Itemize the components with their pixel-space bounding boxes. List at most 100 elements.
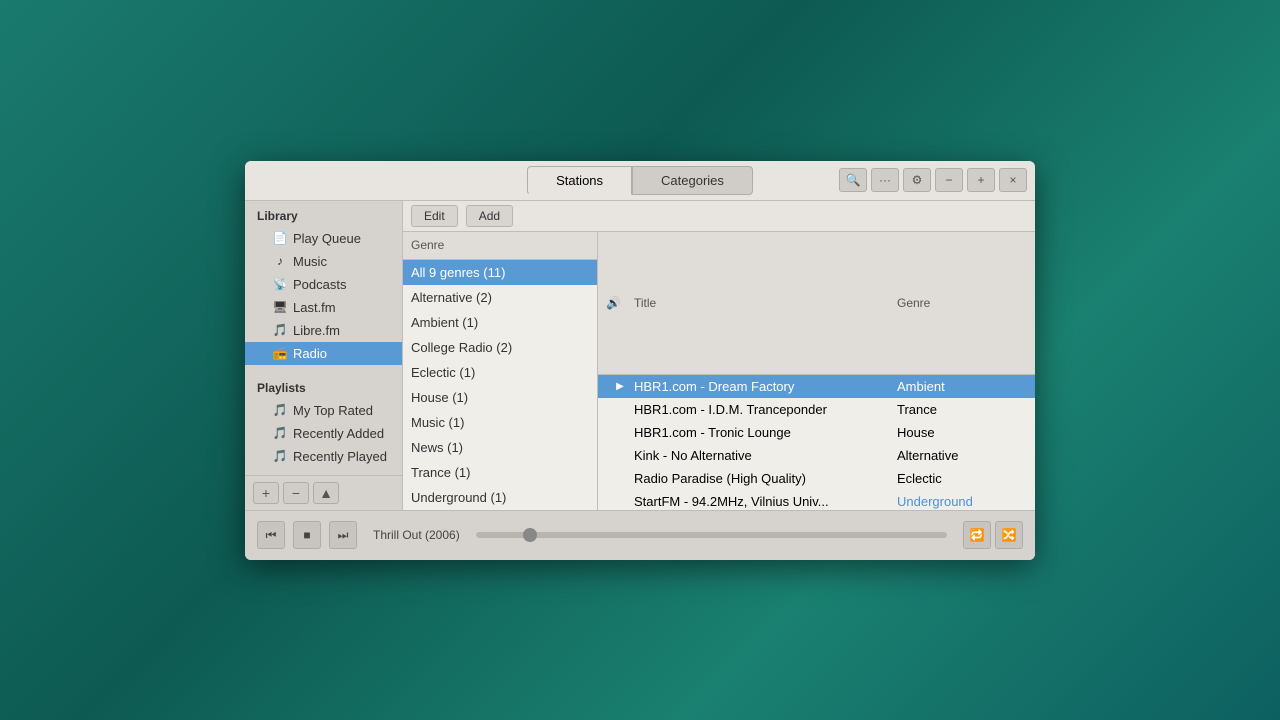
sidebar-item-label: Last.fm xyxy=(293,300,336,315)
playlist-icon: 🎵 xyxy=(273,426,287,440)
stations-pane: 🔊 Title Genre ▶ HBR1.com - Dream Factory… xyxy=(598,232,1035,510)
sidebar-item-label: Play Queue xyxy=(293,231,361,246)
play-col-header: 🔊 xyxy=(606,296,634,310)
rewind-button[interactable]: ⏮ xyxy=(257,521,285,549)
genre-row-news[interactable]: News (1) xyxy=(403,435,597,460)
sidebar-item-label: Music xyxy=(293,254,327,269)
right-panel: Edit Add Genre All 9 genres (11) Alterna… xyxy=(403,201,1035,510)
stop-button[interactable]: ■ xyxy=(293,521,321,549)
title-bar: Stations Categories 🔍 ··· ⚙ − + × xyxy=(245,161,1035,201)
genre-pane: Genre All 9 genres (11) Alternative (2) … xyxy=(403,232,598,510)
sidebar-item-play-queue[interactable]: 📄 Play Queue xyxy=(245,227,402,250)
shuffle-button[interactable]: 🔀 xyxy=(995,521,1023,549)
music-icon: ♪ xyxy=(273,254,287,268)
table-area: Genre All 9 genres (11) Alternative (2) … xyxy=(403,232,1035,510)
genre-row-alternative[interactable]: Alternative (2) xyxy=(403,285,597,310)
station-row[interactable]: StartFM - 94.2MHz, Vilnius Univ... Under… xyxy=(598,490,1035,510)
playlist-icon: 🎵 xyxy=(273,403,287,417)
station-genre: Ambient xyxy=(897,379,1027,394)
playlist-icon: 🎵 xyxy=(273,449,287,463)
station-row[interactable]: HBR1.com - I.D.M. Tranceponder Trance xyxy=(598,398,1035,421)
genre-row-house[interactable]: House (1) xyxy=(403,385,597,410)
genre-row-all[interactable]: All 9 genres (11) xyxy=(403,260,597,285)
title-col-header: Title xyxy=(634,296,897,310)
play-indicator-icon: ▶ xyxy=(606,381,634,392)
station-row[interactable]: Kink - No Alternative Alternative xyxy=(598,444,1035,467)
close-button[interactable]: × xyxy=(999,168,1027,192)
sidebar: Library 📄 Play Queue ♪ Music 📡 Podcasts … xyxy=(245,201,403,510)
genre-row-ambient[interactable]: Ambient (1) xyxy=(403,310,597,335)
tab-group: Stations Categories xyxy=(527,166,753,195)
genre-column-header: Genre xyxy=(403,232,598,260)
settings-button[interactable]: ⚙ xyxy=(903,168,931,192)
station-title: Radio Paradise (High Quality) xyxy=(634,471,897,486)
station-genre: House xyxy=(897,425,1027,440)
progress-bar[interactable] xyxy=(476,532,947,538)
lastfm-icon: 🖥 xyxy=(273,300,287,314)
player-bar: ⏮ ■ ⏭ Thrill Out (2006) 🔁 🔀 xyxy=(245,510,1035,560)
librefm-icon: 🎵 xyxy=(273,323,287,337)
tab-stations[interactable]: Stations xyxy=(527,166,632,195)
progress-handle[interactable] xyxy=(523,528,537,542)
sidebar-item-recently-added[interactable]: 🎵 Recently Added xyxy=(245,422,402,445)
podcasts-icon: 📡 xyxy=(273,277,287,291)
station-genre: Trance xyxy=(897,402,1027,417)
repeat-button[interactable]: 🔁 xyxy=(963,521,991,549)
station-title: Kink - No Alternative xyxy=(634,448,897,463)
station-genre: Underground xyxy=(897,494,1027,509)
add-button[interactable]: + xyxy=(253,482,279,504)
station-title: HBR1.com - Dream Factory xyxy=(634,379,897,394)
sidebar-item-label: Recently Played xyxy=(293,449,387,464)
sidebar-item-label: Podcasts xyxy=(293,277,346,292)
window-controls: 🔍 ··· ⚙ − + × xyxy=(839,168,1027,192)
main-content: Library 📄 Play Queue ♪ Music 📡 Podcasts … xyxy=(245,201,1035,510)
genre-row-eclectic[interactable]: Eclectic (1) xyxy=(403,360,597,385)
library-header: Library xyxy=(245,201,402,227)
configure-button[interactable]: ▲ xyxy=(313,482,339,504)
stations-header: 🔊 Title Genre xyxy=(598,232,1035,376)
sidebar-item-my-top-rated[interactable]: 🎵 My Top Rated xyxy=(245,399,402,422)
player-right-controls: 🔁 🔀 xyxy=(963,521,1023,549)
genre-col-header: Genre xyxy=(897,296,1027,310)
search-button[interactable]: 🔍 xyxy=(839,168,867,192)
track-info: Thrill Out (2006) xyxy=(373,528,460,542)
genre-row-trance[interactable]: Trance (1) xyxy=(403,460,597,485)
sidebar-item-librefm[interactable]: 🎵 Libre.fm xyxy=(245,319,402,342)
forward-button[interactable]: ⏭ xyxy=(329,521,357,549)
sidebar-item-label: Libre.fm xyxy=(293,323,340,338)
sidebar-item-label: Radio xyxy=(293,346,327,361)
station-genre: Eclectic xyxy=(897,471,1027,486)
station-title: StartFM - 94.2MHz, Vilnius Univ... xyxy=(634,494,897,509)
station-title: HBR1.com - Tronic Lounge xyxy=(634,425,897,440)
station-row[interactable]: Radio Paradise (High Quality) Eclectic xyxy=(598,467,1035,490)
sidebar-item-lastfm[interactable]: 🖥 Last.fm xyxy=(245,296,402,319)
add-station-button[interactable]: Add xyxy=(466,205,513,227)
toolbar: Edit Add xyxy=(403,201,1035,232)
station-row[interactable]: ▶ HBR1.com - Dream Factory Ambient xyxy=(598,375,1035,398)
maximize-button[interactable]: + xyxy=(967,168,995,192)
tab-categories[interactable]: Categories xyxy=(632,166,753,195)
sidebar-item-podcasts[interactable]: 📡 Podcasts xyxy=(245,273,402,296)
stations-list: ▶ HBR1.com - Dream Factory Ambient HBR1.… xyxy=(598,375,1035,510)
sidebar-item-label: Recently Added xyxy=(293,426,384,441)
genre-row-college-radio[interactable]: College Radio (2) xyxy=(403,335,597,360)
sidebar-item-recently-played[interactable]: 🎵 Recently Played xyxy=(245,445,402,468)
genre-row-underground[interactable]: Underground (1) xyxy=(403,485,597,510)
station-row[interactable]: HBR1.com - Tronic Lounge House xyxy=(598,421,1035,444)
station-genre: Alternative xyxy=(897,448,1027,463)
sidebar-item-music[interactable]: ♪ Music xyxy=(245,250,402,273)
playlists-header: Playlists xyxy=(245,373,402,399)
edit-button[interactable]: Edit xyxy=(411,205,458,227)
menu-button[interactable]: ··· xyxy=(871,168,899,192)
remove-button[interactable]: − xyxy=(283,482,309,504)
app-window: Stations Categories 🔍 ··· ⚙ − + × Librar… xyxy=(245,161,1035,560)
play-queue-icon: 📄 xyxy=(273,231,287,245)
radio-icon: 📻 xyxy=(273,346,287,360)
genre-list: All 9 genres (11) Alternative (2) Ambien… xyxy=(403,260,597,510)
minimize-button[interactable]: − xyxy=(935,168,963,192)
sidebar-actions: + − ▲ xyxy=(245,475,402,510)
sidebar-item-label: My Top Rated xyxy=(293,403,373,418)
station-title: HBR1.com - I.D.M. Tranceponder xyxy=(634,402,897,417)
genre-row-music[interactable]: Music (1) xyxy=(403,410,597,435)
sidebar-item-radio[interactable]: 📻 Radio xyxy=(245,342,402,365)
